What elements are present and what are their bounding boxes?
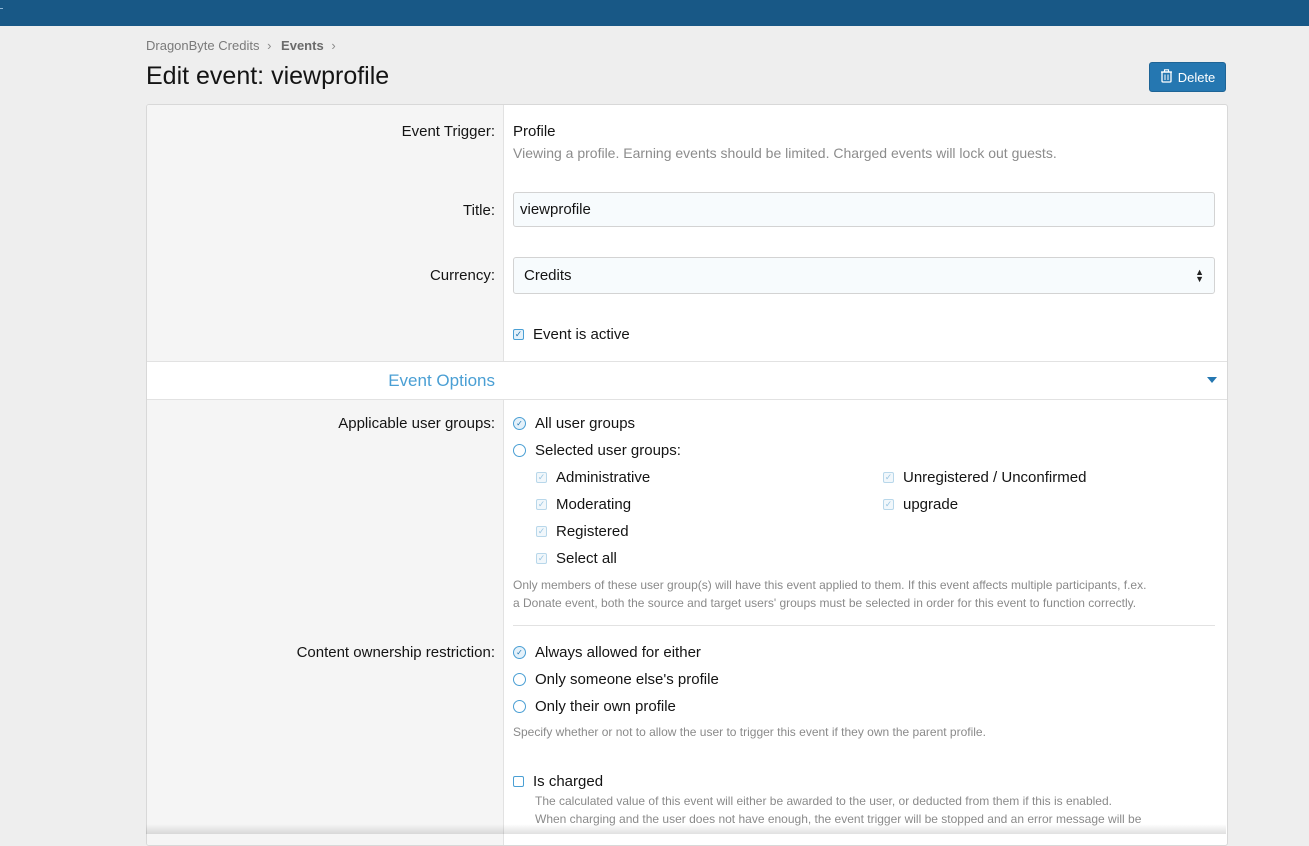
page-title: Edit event: viewprofile: [146, 62, 390, 90]
checkbox-disabled-checked-icon: ✓: [536, 526, 547, 537]
selected-user-groups-label: Selected user groups:: [535, 442, 681, 459]
breadcrumb-events[interactable]: Events: [281, 38, 324, 53]
event-trigger-label: Event Trigger:: [401, 123, 495, 140]
checkbox-disabled-checked-icon: ✓: [536, 472, 547, 483]
event-active-label: Event is active: [533, 326, 630, 343]
delete-button-label: Delete: [1177, 69, 1216, 85]
group-label: Unregistered / Unconfirmed: [903, 469, 1087, 486]
radio-empty-icon: [513, 444, 526, 457]
breadcrumb: DragonByte Credits › Events ›: [146, 38, 342, 53]
is-charged-hint-line-1: The calculated value of this event will …: [535, 794, 1112, 808]
ownership-option-label: Only their own profile: [535, 698, 676, 715]
checkbox-checked-icon: ✓: [513, 329, 524, 340]
radio-ownership-someone-else[interactable]: Only someone else's profile: [513, 671, 719, 688]
ownership-option-label: Only someone else's profile: [535, 671, 719, 688]
top-navigation-bar: [0, 0, 1309, 26]
is-charged-checkbox[interactable]: Is charged: [513, 773, 603, 790]
checkbox-disabled-checked-icon: ✓: [536, 499, 547, 510]
event-options-title: Event Options: [388, 371, 495, 390]
radio-empty-icon: [513, 673, 526, 686]
group-checkbox-registered[interactable]: ✓ Registered: [536, 523, 629, 540]
select-arrows-icon: ▲ ▼: [1195, 266, 1204, 284]
event-active-checkbox[interactable]: ✓ Event is active: [513, 326, 630, 343]
edit-event-form: Event Trigger: Profile Viewing a profile…: [146, 104, 1228, 846]
breadcrumb-dragonbyte-credits[interactable]: DragonByte Credits: [146, 38, 259, 53]
user-groups-label: Applicable user groups:: [338, 415, 495, 432]
radio-selected-icon: ✓: [513, 646, 526, 659]
radio-selected-user-groups[interactable]: Selected user groups:: [513, 442, 681, 459]
group-checkbox-upgrade[interactable]: ✓ upgrade: [883, 496, 958, 513]
event-trigger-value: Profile: [513, 123, 556, 140]
radio-empty-icon: [513, 700, 526, 713]
radio-ownership-either[interactable]: ✓ Always allowed for either: [513, 644, 701, 661]
trash-icon: [1160, 68, 1173, 86]
event-trigger-description: Viewing a profile. Earning events should…: [513, 145, 1057, 161]
ownership-label: Content ownership restriction:: [296, 644, 495, 661]
radio-all-user-groups[interactable]: ✓ All user groups: [513, 415, 635, 432]
checkbox-disabled-checked-icon: ✓: [536, 553, 547, 564]
title-label: Title:: [463, 202, 495, 219]
all-user-groups-label: All user groups: [535, 415, 636, 432]
user-groups-hint-line-1: Only members of these user group(s) will…: [513, 578, 1147, 592]
group-checkbox-unregistered[interactable]: ✓ Unregistered / Unconfirmed: [883, 469, 1086, 486]
chevron-right-icon: ›: [331, 38, 336, 53]
caret-down-icon: [1207, 377, 1217, 383]
ownership-option-label: Always allowed for either: [535, 644, 701, 661]
row-divider: [513, 625, 1215, 626]
user-groups-hint-line-2: a Donate event, both the source and targ…: [513, 596, 1137, 610]
event-options-section-header[interactable]: Event Options: [147, 361, 1227, 400]
checkbox-disabled-checked-icon: ✓: [883, 472, 894, 483]
group-label: Moderating: [556, 496, 632, 513]
topbar-edge-mark: [0, 8, 3, 9]
checkbox-unchecked-icon: [513, 776, 524, 787]
group-label: Select all: [556, 550, 617, 567]
radio-selected-icon: ✓: [513, 417, 526, 430]
radio-ownership-own[interactable]: Only their own profile: [513, 698, 676, 715]
group-checkbox-administrative[interactable]: ✓ Administrative: [536, 469, 650, 486]
group-checkbox-select-all[interactable]: ✓ Select all: [536, 550, 617, 567]
ownership-hint: Specify whether or not to allow the user…: [513, 725, 986, 739]
is-charged-label: Is charged: [533, 773, 604, 790]
bottom-scroll-shadow: [146, 824, 1226, 834]
checkbox-disabled-checked-icon: ✓: [883, 499, 894, 510]
currency-label: Currency:: [429, 267, 495, 284]
form-label-column: [147, 105, 504, 845]
group-label: upgrade: [903, 496, 959, 513]
group-label: Administrative: [556, 469, 651, 486]
currency-selected-value: Credits: [524, 267, 572, 284]
group-label: Registered: [556, 523, 629, 540]
group-checkbox-moderating[interactable]: ✓ Moderating: [536, 496, 631, 513]
delete-button[interactable]: Delete: [1149, 62, 1226, 92]
title-input[interactable]: [513, 192, 1215, 227]
currency-select[interactable]: Credits ▲ ▼: [513, 257, 1215, 294]
chevron-right-icon: ›: [267, 38, 272, 53]
